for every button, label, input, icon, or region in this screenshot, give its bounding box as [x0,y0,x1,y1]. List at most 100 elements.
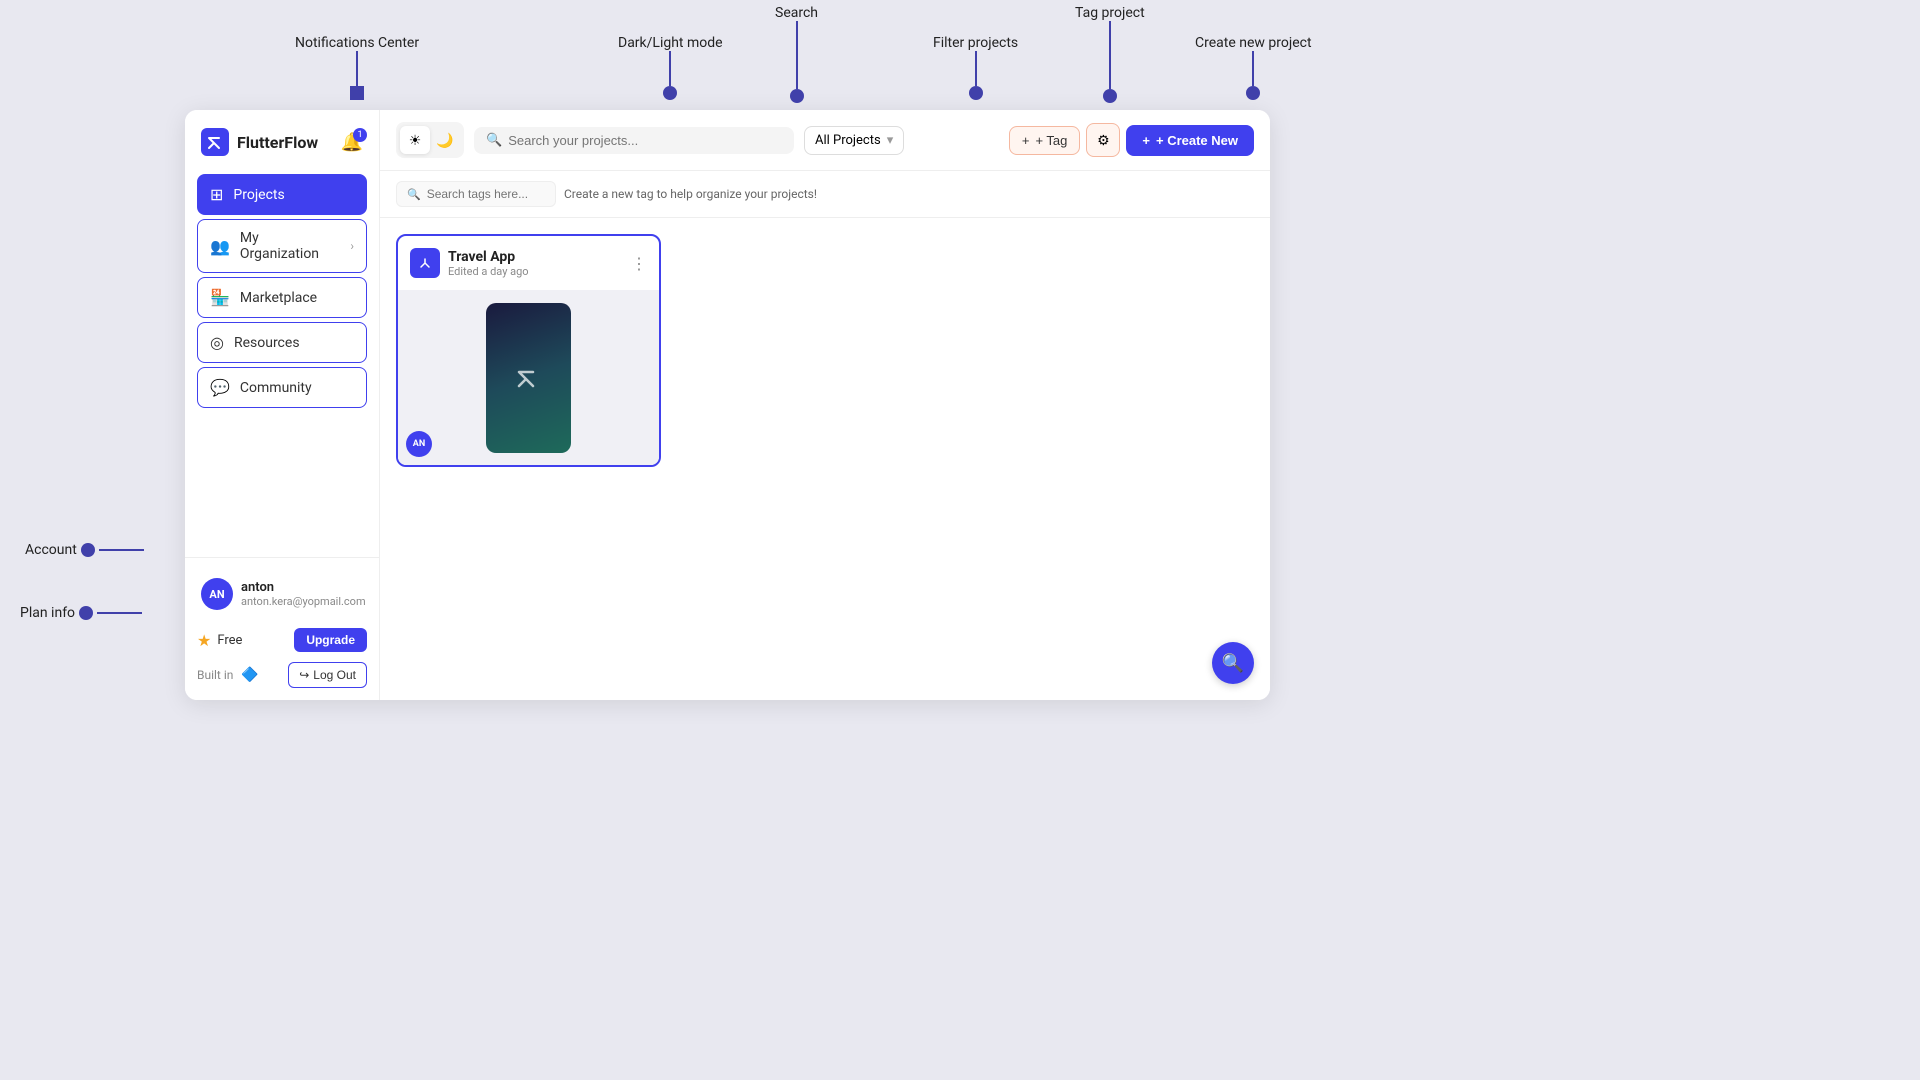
projects-area: Travel App Edited a day ago ⋮ AN 🔍 [380,218,1270,700]
annotation-darklight-dot [663,86,677,100]
plus-icon-create: + [1142,133,1150,148]
annotation-tag-line [1109,21,1111,89]
user-row: AN anton anton.kera@yopmail.com [197,570,367,618]
annotation-create: Create new project [1195,35,1312,100]
flutterflow-logo-icon [201,128,229,156]
project-title: Travel App [448,249,623,265]
annotation-search: Search [775,5,818,103]
search-input[interactable] [508,133,782,148]
user-email: anton.kera@yopmail.com [241,595,366,608]
annotation-account-hline [99,549,144,551]
sidebar-item-projects[interactable]: ⊞ Projects [197,174,367,215]
theme-toggle: ☀ 🌙 [396,122,464,158]
annotation-create-label: Create new project [1195,35,1312,51]
annotation-filter-line [975,51,977,86]
project-user-avatar: AN [406,431,432,457]
tag-search-box: 🔍 [396,181,556,207]
annotation-account: Account [25,542,144,558]
search-box: 🔍 [474,127,794,154]
project-subtitle: Edited a day ago [448,265,623,278]
dark-mode-button[interactable]: 🌙 [430,126,460,154]
org-icon: 👥 [210,237,230,256]
avatar: AN [201,578,233,610]
annotation-notifications-dot [350,86,364,100]
toolbar: ☀ 🌙 🔍 All Projects ▾ + + Tag ⚙ [380,110,1270,171]
flutterflow-small-icon: 🔷 [241,667,258,683]
project-preview: AN [398,290,659,465]
project-card-travel-app[interactable]: Travel App Edited a day ago ⋮ AN [396,234,661,467]
project-menu-button[interactable]: ⋮ [631,254,647,273]
sidebar-item-marketplace[interactable]: 🏪 Marketplace [197,277,367,318]
annotation-notifications: Notifications Center [295,35,419,100]
plan-row: ★ Free Upgrade [197,628,367,652]
notification-bell[interactable]: 🔔 1 [341,132,363,153]
light-mode-button[interactable]: ☀ [400,126,430,154]
gear-icon: ⚙ [1097,132,1110,149]
annotation-search-dot [790,89,804,103]
annotation-account-dot [81,543,95,557]
annotation-filter-label: Filter projects [933,35,1018,51]
search-icon: 🔍 [486,133,502,148]
grid-icon: ⊞ [210,185,223,204]
sidebar: FlutterFlow 🔔 1 ⊞ Projects 👥 My Organiza… [185,110,380,700]
resources-icon: ◎ [210,333,224,352]
sidebar-bottom: AN anton anton.kera@yopmail.com ★ Free U… [185,557,379,700]
phone-app-logo [511,360,547,396]
built-in-row: Built in 🔷 ↪ Log Out [197,662,367,688]
annotation-plan-label: Plan info [20,605,75,621]
notification-badge: 1 [353,128,367,142]
tag-search-input[interactable] [427,187,545,201]
annotation-create-line [1252,51,1254,86]
annotation-tag-label: Tag project [1075,5,1145,21]
annotation-filter-dot [969,86,983,100]
app-container: FlutterFlow 🔔 1 ⊞ Projects 👥 My Organiza… [185,110,1270,700]
chevron-down-icon: ▾ [887,133,894,148]
annotation-account-label: Account [25,542,77,558]
tag-search-icon: 🔍 [407,188,421,201]
filter-select[interactable]: All Projects ▾ [804,126,904,155]
project-info: Travel App Edited a day ago [448,249,623,278]
upgrade-button[interactable]: Upgrade [294,628,367,652]
phone-mockup [486,303,571,453]
user-name: anton [241,580,366,595]
annotation-tag-dot [1103,89,1117,103]
sidebar-item-my-organization[interactable]: 👥 My Organization › [197,219,367,273]
sidebar-item-community[interactable]: 💬 Community [197,367,367,408]
tag-button[interactable]: + + Tag [1009,126,1081,155]
annotation-search-label: Search [775,5,818,21]
tag-hint: Create a new tag to help organize your p… [564,187,817,201]
logout-button[interactable]: ↪ Log Out [288,662,367,688]
community-icon: 💬 [210,378,230,397]
sidebar-logo-area: FlutterFlow 🔔 1 [185,110,379,174]
search-fab-button[interactable]: 🔍 [1212,642,1254,684]
search-fab-icon: 🔍 [1222,653,1244,674]
annotation-plan: Plan info [20,605,142,621]
marketplace-icon: 🏪 [210,288,230,307]
sidebar-item-resources[interactable]: ◎ Resources [197,322,367,363]
annotation-filter: Filter projects [933,35,1018,100]
user-info: anton anton.kera@yopmail.com [241,580,366,608]
annotation-notifications-label: Notifications Center [295,35,419,51]
sidebar-nav: ⊞ Projects 👥 My Organization › 🏪 Marketp… [185,174,379,557]
annotation-tag: Tag project [1075,5,1145,103]
annotation-plan-dot [79,606,93,620]
main-content: ☀ 🌙 🔍 All Projects ▾ + + Tag ⚙ [380,110,1270,700]
plus-icon: + [1022,133,1030,148]
annotation-darklight: Dark/Light mode [618,35,723,100]
chevron-right-icon: › [350,239,354,253]
tag-search-bar: 🔍 Create a new tag to help organize your… [380,171,1270,218]
annotation-create-dot [1246,86,1260,100]
create-new-button[interactable]: + + Create New [1126,125,1254,156]
project-icon [410,248,440,278]
filter-label: All Projects [815,133,881,148]
annotation-darklight-label: Dark/Light mode [618,35,723,51]
built-in-label: Built in [197,668,233,682]
logout-icon: ↪ [299,668,309,682]
settings-button[interactable]: ⚙ [1086,123,1120,157]
project-card-header: Travel App Edited a day ago ⋮ [398,236,659,290]
annotation-darklight-line [669,51,671,86]
star-icon: ★ [197,631,211,650]
annotation-search-line [796,21,798,89]
plan-label: Free [217,633,242,648]
annotation-notifications-line [356,51,358,86]
